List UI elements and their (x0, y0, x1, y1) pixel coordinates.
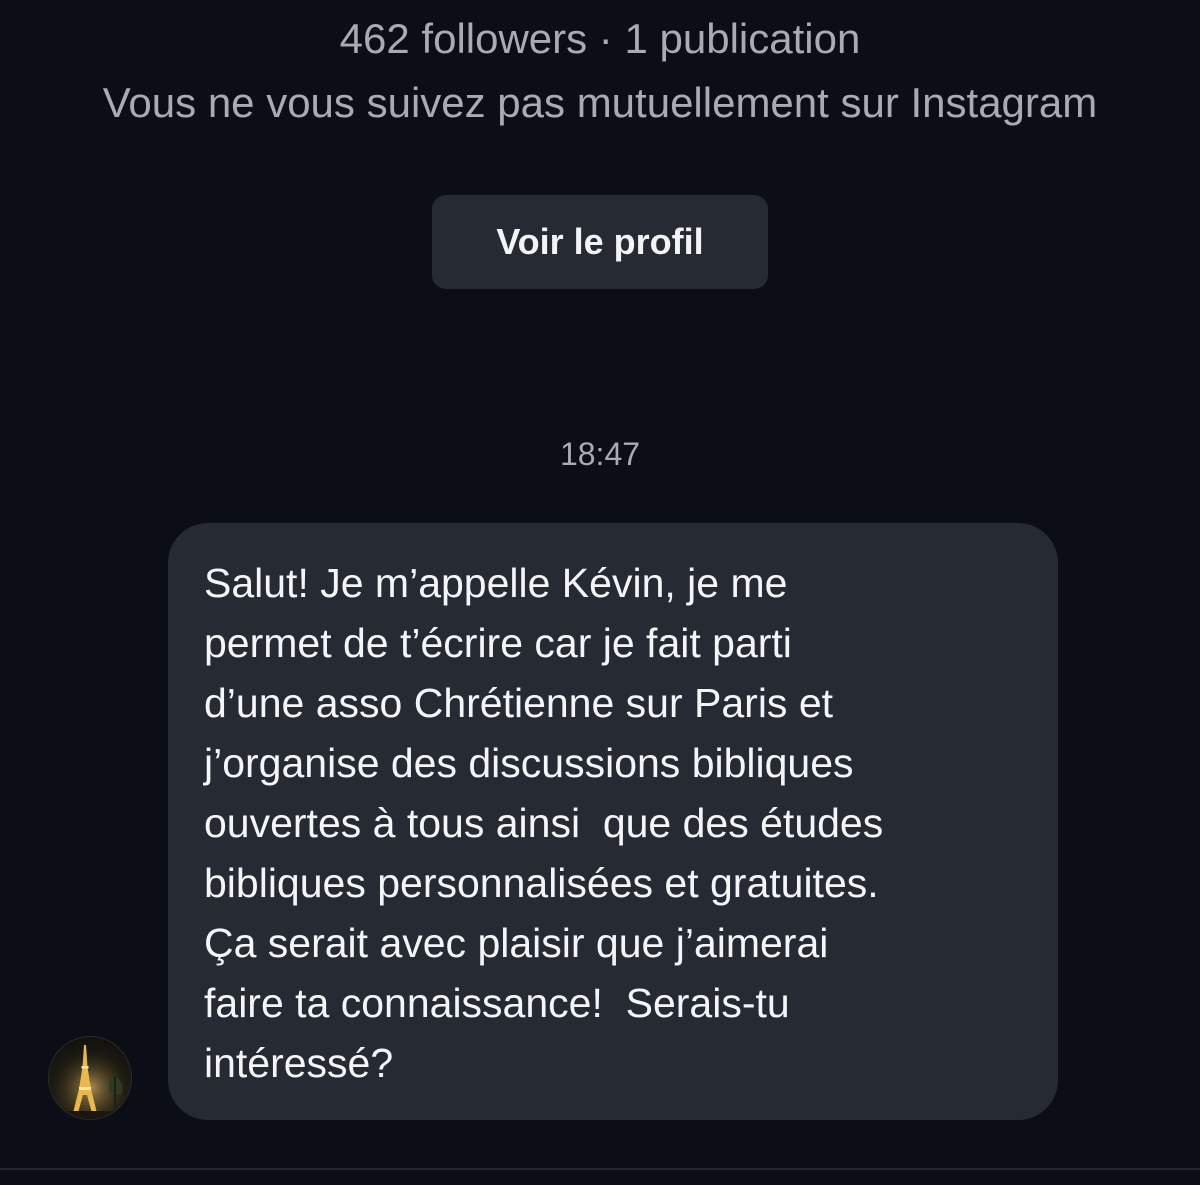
message-line: faire ta connaissance! Serais-tu (204, 980, 790, 1026)
view-profile-button[interactable]: Voir le profil (432, 195, 768, 289)
profile-stats: 462 followers · 1 publication (339, 15, 861, 62)
message-line: j’organise des discussions bibliques (204, 740, 854, 786)
message-timestamp: 18:47 (559, 436, 641, 472)
message-line: Salut! Je m’appelle Kévin, je me (204, 560, 788, 606)
message-line: Ça serait avec plaisir que j’aimerai (204, 920, 829, 966)
message-line: permet de t’écrire car je fait parti (204, 620, 792, 666)
message-line: bibliques personnalisées et gratuites. (204, 860, 879, 906)
mutual-follow-note: Vous ne vous suivez pas mutuellement sur… (102, 79, 1098, 126)
message-line: intéressé? (204, 1040, 394, 1086)
bottom-divider (0, 1168, 1200, 1170)
message-line: d’une asso Chrétienne sur Paris et (204, 680, 834, 726)
eiffel-tower-icon (49, 1037, 131, 1119)
message-bubble[interactable]: Salut! Je m’appelle Kévin, je me permet … (168, 523, 1058, 1120)
message-line: ouvertes à tous ainsi que des études (204, 800, 884, 846)
sender-avatar[interactable] (48, 1036, 132, 1120)
